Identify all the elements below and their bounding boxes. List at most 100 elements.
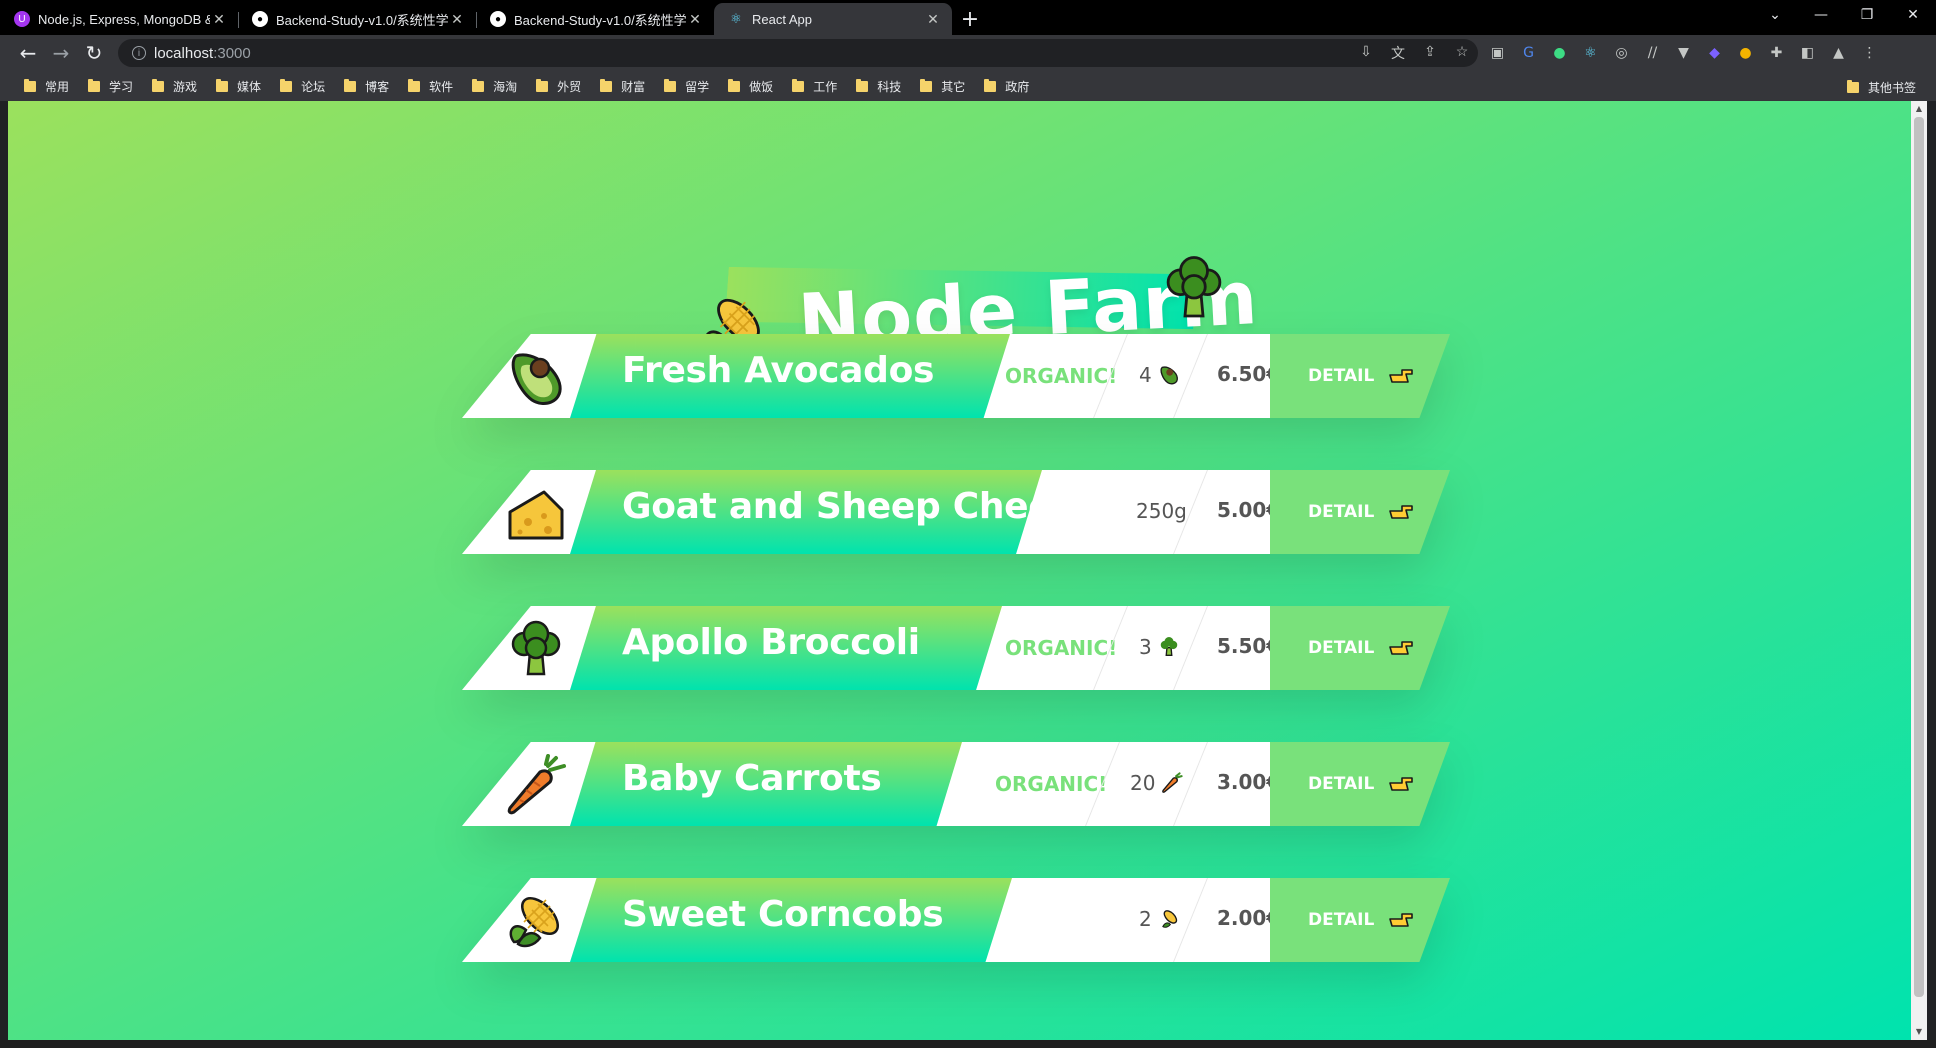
bookmark-folder[interactable]: 财富 (600, 78, 645, 95)
tab-strip: U Node.js, Express, MongoDB & ✕ ● Backen… (0, 0, 1936, 35)
tab-title: Node.js, Express, MongoDB & (38, 11, 210, 27)
scroll-down-icon[interactable]: ▼ (1911, 1024, 1927, 1040)
close-icon[interactable]: ✕ (448, 11, 466, 28)
detail-label: DETAIL (1308, 638, 1375, 658)
bookmark-folder[interactable]: 博客 (344, 78, 389, 95)
product-card[interactable]: Apollo Broccoli ORGANIC! 3 5.50€ DETAIL (462, 606, 1462, 690)
restore-icon[interactable]: ❐ (1844, 0, 1890, 30)
info-icon[interactable]: i (132, 46, 146, 60)
detail-button[interactable]: DETAIL (1270, 878, 1450, 962)
bookmark-folder[interactable]: 媒体 (216, 78, 261, 95)
extensions-bar: ▣ G ● ⚛ ◎ // ▼ ◆ ● ✚ ◧ ▲ ⋮ (1482, 45, 1885, 61)
product-quantity: 20 (1130, 771, 1184, 795)
pen-extension-icon[interactable]: // (1637, 45, 1668, 61)
tab-2[interactable]: ● Backend-Study-v1.0/系统性学 ✕ (476, 3, 714, 35)
target-extension-icon[interactable]: ◎ (1606, 45, 1637, 61)
product-card[interactable]: Baby Carrots ORGANIC! 20 3.00€ DETAIL (462, 742, 1462, 826)
scrollbar-thumb[interactable] (1914, 117, 1924, 997)
avocado-icon (504, 346, 564, 406)
product-name: Apollo Broccoli (622, 622, 920, 663)
bookmark-folder[interactable]: 论坛 (280, 78, 325, 95)
bookmark-label: 政府 (1005, 79, 1030, 94)
bookmark-folder[interactable]: 科技 (856, 78, 901, 95)
close-icon[interactable]: ✕ (924, 11, 942, 28)
bookmark-label: 海淘 (493, 79, 518, 94)
side-panel-icon[interactable]: ◧ (1792, 45, 1823, 61)
address-bar[interactable]: i localhost:3000 ⇩ 文 ⇪ ☆ (118, 39, 1478, 67)
close-window-icon[interactable]: ✕ (1890, 0, 1936, 30)
product-card[interactable]: Sweet Corncobs 2 2.00€ DETAIL (462, 878, 1462, 962)
bookmark-folder[interactable]: 常用 (24, 78, 69, 95)
bookmark-folder[interactable]: 工作 (792, 78, 837, 95)
tab-0[interactable]: U Node.js, Express, MongoDB & ✕ (0, 3, 238, 35)
close-icon[interactable]: ✕ (210, 11, 228, 28)
bookmark-folder[interactable]: 海淘 (472, 78, 517, 95)
folder-icon (792, 78, 805, 92)
bookmark-folder[interactable]: 游戏 (152, 78, 197, 95)
new-tab-button[interactable]: + (952, 3, 988, 35)
bookmark-label: 学习 (109, 79, 134, 94)
translate-icon[interactable]: 文 (1382, 43, 1414, 63)
close-icon[interactable]: ✕ (686, 11, 704, 28)
folder-icon (920, 78, 933, 92)
badge-extension-icon[interactable]: ◆ (1699, 45, 1730, 61)
folder-icon (728, 78, 741, 92)
detail-button[interactable]: DETAIL (1270, 742, 1450, 826)
extensions-puzzle-icon[interactable]: ✚ (1761, 45, 1792, 61)
scroll-up-icon[interactable]: ▲ (1911, 101, 1927, 117)
url-port: :3000 (213, 44, 251, 62)
bookmark-folder[interactable]: 软件 (408, 78, 453, 95)
product-name: Fresh Avocados (622, 350, 935, 391)
folder-icon (984, 78, 997, 92)
product-card[interactable]: Fresh Avocados ORGANIC! 4 6.50€ DETAIL (462, 334, 1462, 418)
tab-3[interactable]: ⚛ React App ✕ (714, 3, 952, 35)
quantity-value: 4 (1139, 363, 1152, 387)
tab-search-icon[interactable]: ⌄ (1752, 0, 1798, 30)
product-quantity: 2 (1139, 907, 1180, 931)
folder-icon (24, 78, 36, 92)
broccoli-icon (1158, 253, 1230, 329)
bookmark-label: 论坛 (301, 79, 326, 94)
share-icon[interactable]: ⇪ (1414, 43, 1446, 63)
bookmark-folder[interactable]: 学习 (88, 78, 133, 95)
extension-icon[interactable]: ▣ (1482, 45, 1513, 61)
minimize-icon[interactable]: — (1798, 0, 1844, 30)
react-devtools-icon[interactable]: ⚛ (1575, 45, 1606, 61)
menu-kebab-icon[interactable]: ⋮ (1854, 45, 1885, 61)
bookmark-folder[interactable]: 政府 (984, 78, 1029, 95)
window-controls: ⌄ — ❐ ✕ (1752, 0, 1936, 30)
reload-icon[interactable]: ↻ (78, 37, 110, 69)
tab-title: React App (752, 11, 812, 27)
bookmark-label: 其他书签 (1867, 81, 1916, 95)
bookmark-folder[interactable]: 做饭 (728, 78, 773, 95)
globe-extension-icon[interactable]: ● (1544, 45, 1575, 61)
cheese-icon (504, 482, 564, 542)
bookmark-star-icon[interactable]: ☆ (1446, 43, 1478, 63)
translate-extension-icon[interactable]: G (1513, 45, 1544, 61)
pointing-hand-icon (1389, 777, 1414, 791)
product-name: Sweet Corncobs (622, 894, 944, 935)
detail-button[interactable]: DETAIL (1270, 606, 1450, 690)
color-extension-icon[interactable]: ● (1730, 45, 1761, 61)
back-icon[interactable]: ← (12, 37, 44, 69)
bookmark-folder[interactable]: 其它 (920, 78, 965, 95)
tab-1[interactable]: ● Backend-Study-v1.0/系统性学 ✕ (238, 3, 476, 35)
detail-button[interactable]: DETAIL (1270, 334, 1450, 418)
folder-icon (216, 78, 229, 92)
folder-icon (152, 78, 165, 92)
avocado-icon (1160, 366, 1178, 385)
forward-icon[interactable]: → (45, 37, 77, 69)
detail-button[interactable]: DETAIL (1270, 470, 1450, 554)
broccoli-icon (1160, 637, 1177, 656)
profile-avatar-icon[interactable]: ▲ (1823, 45, 1854, 61)
bookmark-label: 做饭 (749, 79, 774, 94)
vue-extension-icon[interactable]: ▼ (1668, 45, 1699, 61)
bookmark-folder[interactable]: 留学 (664, 78, 709, 95)
vertical-scrollbar[interactable]: ▲ ▼ (1911, 101, 1927, 1040)
status-strip (0, 1040, 1936, 1048)
bookmark-folder[interactable]: 外贸 (536, 78, 581, 95)
udemy-icon: U (14, 11, 30, 27)
product-card[interactable]: Goat and Sheep Cheese 250g 5.00€ DETAIL (462, 470, 1462, 554)
other-bookmarks[interactable]: 其他书签 (1846, 79, 1916, 96)
install-icon[interactable]: ⇩ (1350, 43, 1382, 63)
